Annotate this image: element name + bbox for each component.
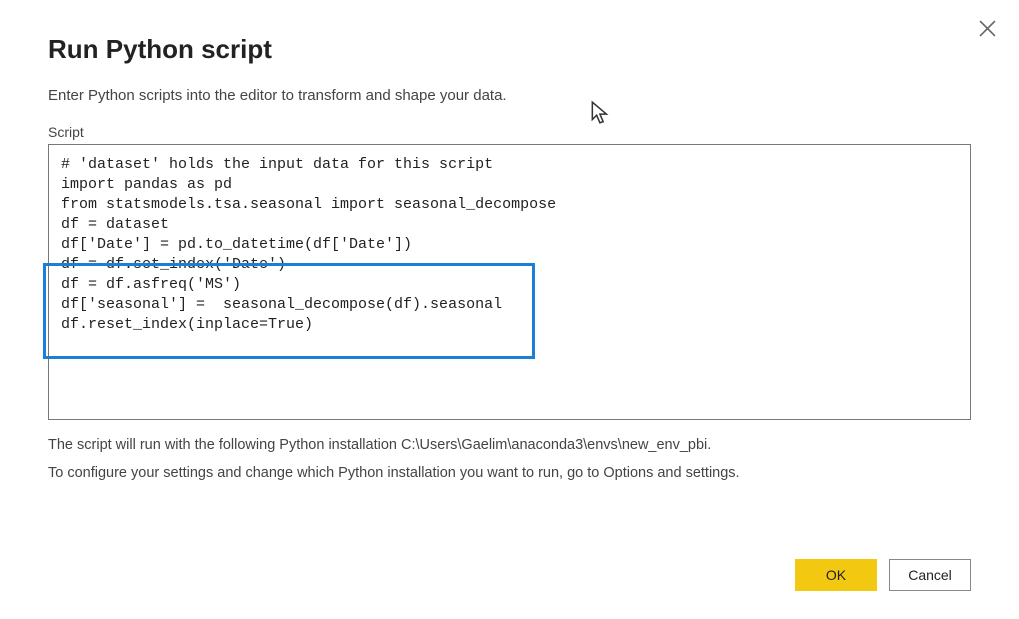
script-label: Script [48,124,971,140]
dialog-title: Run Python script [48,34,971,65]
cancel-button[interactable]: Cancel [889,559,971,591]
ok-button[interactable]: OK [795,559,877,591]
footer-line-2: To configure your settings and change wh… [48,460,971,488]
footer-line-1: The script will run with the following P… [48,432,971,460]
python-script-dialog: Run Python script Enter Python scripts i… [0,0,1019,619]
close-icon [979,20,996,37]
dialog-description: Enter Python scripts into the editor to … [48,87,971,104]
script-input[interactable]: # 'dataset' holds the input data for thi… [48,144,971,420]
dialog-buttons: OK Cancel [795,559,971,591]
close-button[interactable] [973,14,1001,42]
footer-text: The script will run with the following P… [48,432,971,487]
